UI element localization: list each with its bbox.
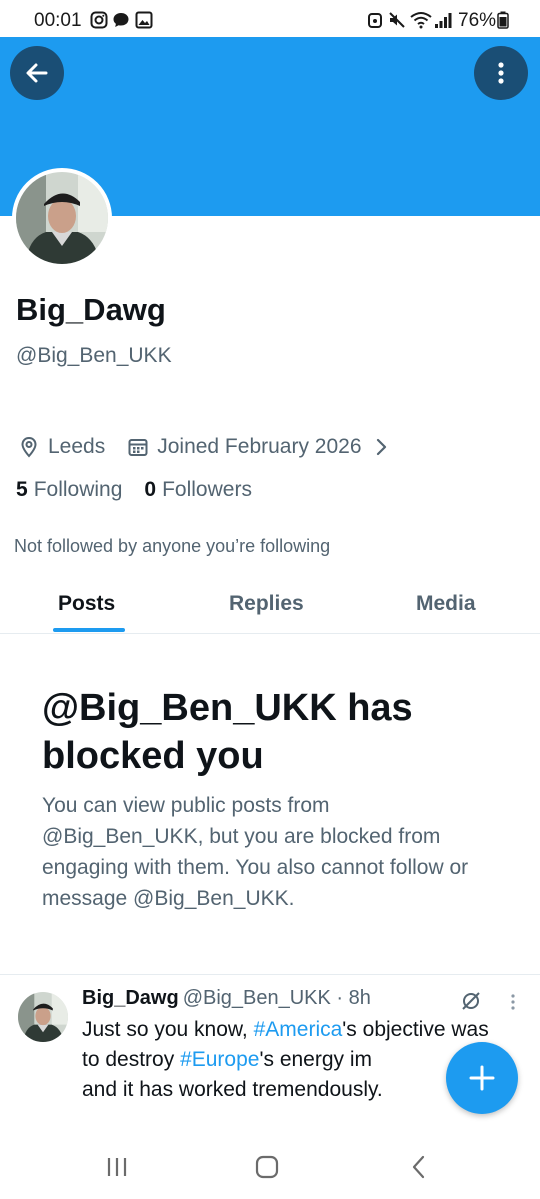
- location-pin-icon: [21, 436, 37, 458]
- profile-name: Big_Dawg: [16, 292, 166, 327]
- post-author[interactable]: Big_Dawg: [82, 987, 179, 1009]
- section-divider: [0, 974, 540, 975]
- hashtag-europe[interactable]: #Europe: [180, 1048, 259, 1071]
- followers-count: 0: [144, 478, 157, 501]
- status-time: 00:01: [34, 10, 82, 31]
- back-button[interactable]: [10, 46, 64, 100]
- system-nav-bar: [0, 1130, 540, 1199]
- plus-icon: [469, 1065, 495, 1091]
- signal-icon: [435, 13, 452, 28]
- avatar-photo: [16, 172, 108, 264]
- more-vertical-icon: [498, 62, 504, 84]
- status-bar: 00:01 76%: [0, 0, 540, 40]
- chevron-right-icon[interactable]: [374, 437, 388, 457]
- following-label: Following: [33, 478, 123, 501]
- following-count: 5: [16, 478, 28, 501]
- hashtag-america[interactable]: #America: [254, 1018, 343, 1041]
- tab-replies[interactable]: Replies: [229, 592, 304, 616]
- battery-icon: [497, 11, 509, 29]
- profile-avatar[interactable]: [12, 168, 112, 268]
- post-text-part: and it has worked tremendously.: [82, 1078, 383, 1101]
- battery-percent: 76%: [458, 10, 497, 31]
- message-icon: [113, 13, 129, 27]
- more-options-button[interactable]: [474, 46, 528, 100]
- tab-media[interactable]: Media: [416, 592, 476, 616]
- post-avatar-photo: [18, 992, 68, 1042]
- profile-meta: Leeds Joined February 2026: [18, 432, 388, 462]
- followers-label: Followers: [162, 478, 252, 501]
- recent-apps-icon[interactable]: [102, 1152, 132, 1182]
- calendar-icon: [128, 439, 148, 456]
- gallery-icon: [135, 11, 153, 29]
- mute-icon: [389, 12, 405, 28]
- blocked-body: You can view public posts from @Big_Ben_…: [42, 794, 469, 910]
- not-followed-note: Not followed by anyone you’re following: [14, 536, 331, 556]
- post-text-part: 's energy im: [259, 1048, 373, 1071]
- tab-posts[interactable]: Posts: [58, 592, 115, 616]
- profile-tabs: Posts Replies Media: [0, 578, 540, 634]
- followers-link[interactable]: 0 Followers: [144, 478, 252, 502]
- profile-joined: Joined February 2026: [157, 435, 362, 458]
- instagram-icon: [90, 11, 108, 29]
- back-nav-icon[interactable]: [404, 1152, 434, 1182]
- profile-handle: @Big_Ben_UKK: [16, 344, 172, 367]
- home-icon[interactable]: [252, 1152, 282, 1182]
- alarm-icon: [368, 13, 382, 28]
- compose-button[interactable]: [446, 1042, 518, 1114]
- post-text-part: Just so you know,: [82, 1018, 254, 1041]
- profile-location: Leeds: [48, 435, 106, 458]
- post-header: Big_Dawg @Big_Ben_UKK · 8h: [82, 987, 371, 1010]
- wifi-icon: [410, 12, 432, 29]
- follow-stats: 5 Following 0 Followers: [16, 478, 274, 502]
- post-avatar[interactable]: [18, 992, 68, 1042]
- grok-icon[interactable]: [460, 990, 482, 1012]
- post-meta: @Big_Ben_UKK · 8h: [182, 987, 371, 1009]
- arrow-left-icon: [26, 63, 48, 83]
- post-more-icon[interactable]: [505, 992, 521, 1012]
- active-tab-indicator: [53, 628, 125, 632]
- post-text[interactable]: Just so you know, #America's objective w…: [82, 1015, 502, 1105]
- blocked-title: @Big_Ben_UKK has blocked you: [42, 687, 413, 777]
- following-link[interactable]: 5 Following: [16, 478, 122, 502]
